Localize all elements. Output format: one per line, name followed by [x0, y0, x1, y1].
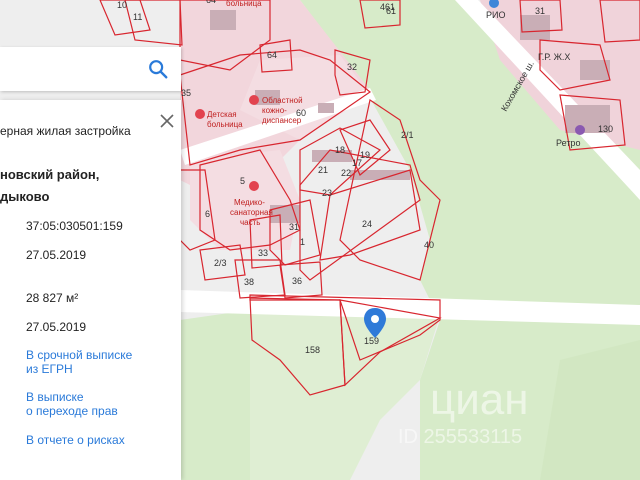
rio-label: РИО [486, 10, 505, 20]
close-icon[interactable] [159, 113, 175, 129]
hospital-label: Детская [207, 110, 237, 119]
egrn-extract-link[interactable]: из ЕГРН [26, 362, 73, 376]
parcel-number: 21 [318, 165, 328, 175]
search-icon[interactable] [147, 58, 169, 80]
building [312, 150, 352, 162]
parcel-number: 158 [305, 345, 320, 355]
sanatorium-label: часть [240, 218, 260, 227]
dispensary-label: Областной [262, 96, 303, 105]
parcel-number: 24 [362, 219, 372, 229]
building [318, 103, 334, 113]
parcel-number: 2/1 [401, 130, 414, 140]
building [210, 10, 236, 30]
parcel-number: 461 [380, 2, 395, 12]
category-text: ерная жилая застройка [0, 124, 131, 138]
parcel-number: 1 [300, 237, 305, 247]
dispensary-label: кожно- [262, 106, 287, 115]
building [520, 15, 550, 40]
search-bar[interactable] [0, 47, 181, 91]
watermark-brand: циан [430, 375, 529, 424]
parcel-number: 32 [347, 62, 357, 72]
parcel-number: 23 [322, 188, 332, 198]
district-line: новский район, [0, 167, 100, 182]
building [270, 205, 300, 223]
area-date: 27.05.2019 [26, 320, 87, 334]
rights-transfer-link[interactable]: В выписке [26, 390, 84, 404]
parcel-number: 36 [292, 276, 302, 286]
parcel-number: 31 [535, 6, 545, 16]
retro-icon [575, 125, 585, 135]
parcel-number: 31 [289, 222, 299, 232]
cadastral-number: 37:05:030501:159 [26, 219, 123, 233]
parcel-info-panel: ерная жилая застройка новский район, дык… [0, 100, 181, 480]
parcel-number: 64 [267, 50, 277, 60]
shop-label: Г.Р. Ж.Х [538, 52, 570, 62]
parcel-number: 64 [206, 0, 216, 5]
retro-label: Ретро [556, 138, 580, 148]
parcel-number: 18 [335, 145, 345, 155]
parcel-number: 35 [181, 88, 191, 98]
green-area-southwest [180, 310, 250, 480]
parcel-number: 17 [352, 158, 362, 168]
district-line: дыково [0, 189, 50, 204]
dispensary-label: диспансер [262, 116, 302, 125]
parcel-number: 22 [341, 168, 351, 178]
parcel-number: 130 [598, 124, 613, 134]
sanatorium-label: Медико- [234, 198, 265, 207]
parcel-number: 11 [133, 12, 142, 22]
parcel-number: 38 [244, 277, 254, 287]
sanatorium-label: санаторная [230, 208, 273, 217]
hospital-label: больница [207, 120, 243, 129]
dispensary-icon [249, 95, 259, 105]
parcel-number: 2/3 [214, 258, 227, 268]
parcel-area: 28 827 м² [26, 291, 79, 305]
parcel-number: 159 [364, 336, 379, 346]
hospital-icon [195, 109, 205, 119]
egrn-extract-link[interactable]: В срочной выписке [26, 348, 132, 362]
parcel-number: 33 [258, 248, 268, 258]
sanatorium-icon [249, 181, 259, 191]
rights-transfer-link[interactable]: о переходе прав [26, 404, 118, 418]
parcel-number: 10 [117, 0, 127, 10]
parcel-number: 40 [424, 240, 434, 250]
top-hospital-label: больница [226, 0, 262, 8]
cadastral-date: 27.05.2019 [26, 248, 87, 262]
parcel-number: 6 [205, 209, 210, 219]
watermark-id: ID 255533115 [398, 426, 522, 448]
risk-report-link[interactable]: В отчете о рисках [26, 433, 125, 447]
parcel-number: 5 [240, 176, 245, 186]
